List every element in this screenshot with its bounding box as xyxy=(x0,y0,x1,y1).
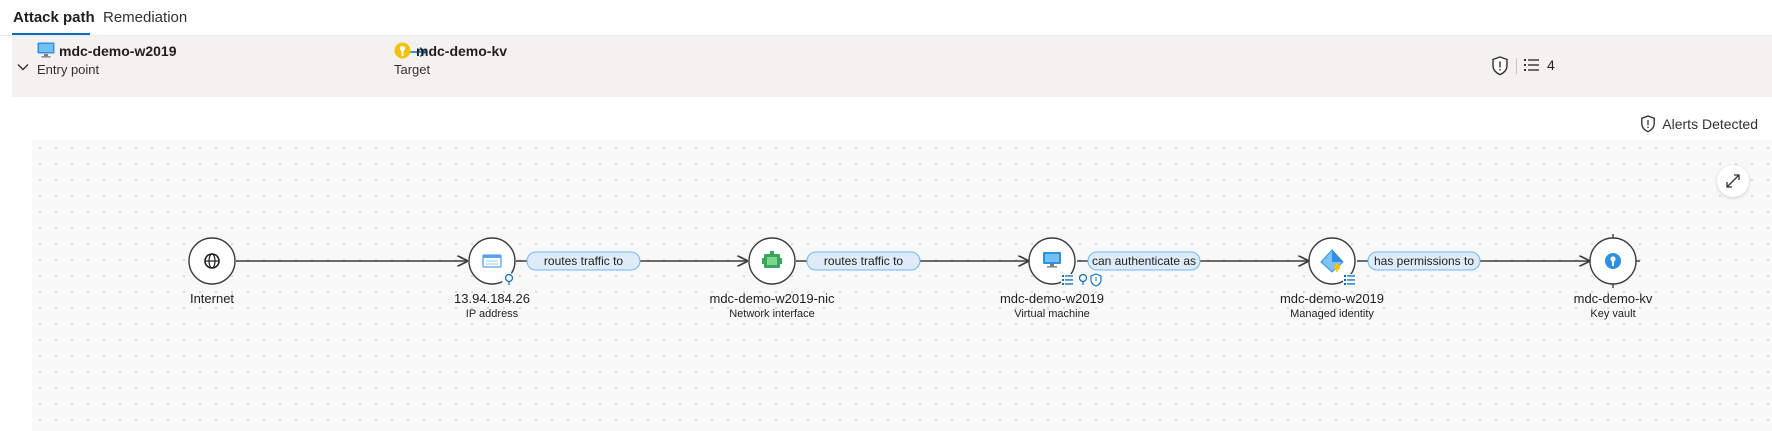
alert-shield-icon xyxy=(1641,115,1656,133)
target-name: mdc-demo-kv xyxy=(416,43,508,59)
recommendations-icon xyxy=(1343,274,1356,286)
recommendations-icon xyxy=(1061,274,1074,286)
edge-label-text: routes traffic to xyxy=(824,254,903,268)
alert-shield-icon[interactable] xyxy=(1491,56,1509,76)
recommendations-list-icon[interactable] xyxy=(1524,58,1540,72)
chevron-down-icon[interactable] xyxy=(16,60,30,74)
globe-icon xyxy=(204,253,220,269)
entry-point-name: mdc-demo-w2019 xyxy=(59,43,177,59)
virtual-machine-icon xyxy=(37,42,55,58)
node-label: mdc-demo-w2019 xyxy=(1280,291,1384,306)
alert-shield-icon xyxy=(1090,273,1102,287)
edge-label-pill[interactable]: routes traffic to xyxy=(526,251,641,271)
node-type: Key vault xyxy=(1590,308,1635,320)
target-label: Target xyxy=(394,62,431,77)
node-label: mdc-demo-kv xyxy=(1574,291,1653,306)
public-ip-icon xyxy=(482,254,502,268)
expand-icon xyxy=(1726,174,1740,188)
recommendation-count: 4 xyxy=(1547,57,1555,73)
edge-label-pill[interactable]: can authenticate as xyxy=(1087,251,1201,271)
expand-button[interactable] xyxy=(1717,165,1749,197)
attack-path-summary-row[interactable]: mdc-demo-w2019 Entry point mdc-demo-kv T… xyxy=(12,36,1772,97)
tab-bar: Attack path Remediation xyxy=(0,0,1772,36)
tab-attack-path[interactable]: Attack path xyxy=(13,9,95,26)
node-type: IP address xyxy=(466,308,519,320)
alerts-detected-legend: Alerts Detected xyxy=(1640,114,1758,134)
edge-label-text: can authenticate as xyxy=(1092,254,1196,268)
divider xyxy=(1516,58,1517,74)
edge-label-pill[interactable]: has permissions to xyxy=(1367,251,1481,271)
node-label: Internet xyxy=(190,291,234,306)
network-interface-icon xyxy=(762,251,782,268)
node-type: Virtual machine xyxy=(1014,308,1090,320)
edge-label-text: routes traffic to xyxy=(544,254,623,268)
edge-label-pill[interactable]: routes traffic to xyxy=(806,251,921,271)
graph-node-internet[interactable]: Internet xyxy=(188,237,236,306)
entry-point-label: Entry point xyxy=(37,62,100,77)
node-label: 13.94.184.26 xyxy=(454,291,530,306)
alerts-detected-label: Alerts Detected xyxy=(1662,116,1758,132)
active-tab-indicator xyxy=(12,33,90,35)
attack-path-canvas[interactable] xyxy=(32,140,1772,431)
node-label: mdc-demo-w2019 xyxy=(1000,291,1104,306)
insight-icon xyxy=(502,273,516,287)
node-type: Network interface xyxy=(729,308,815,320)
key-vault-icon xyxy=(394,42,411,59)
node-label: mdc-demo-w2019-nic xyxy=(710,291,835,306)
key-vault-icon xyxy=(1605,253,1621,269)
node-type: Managed identity xyxy=(1290,308,1374,320)
edge-label-text: has permissions to xyxy=(1374,254,1474,268)
tab-remediation[interactable]: Remediation xyxy=(103,9,187,26)
